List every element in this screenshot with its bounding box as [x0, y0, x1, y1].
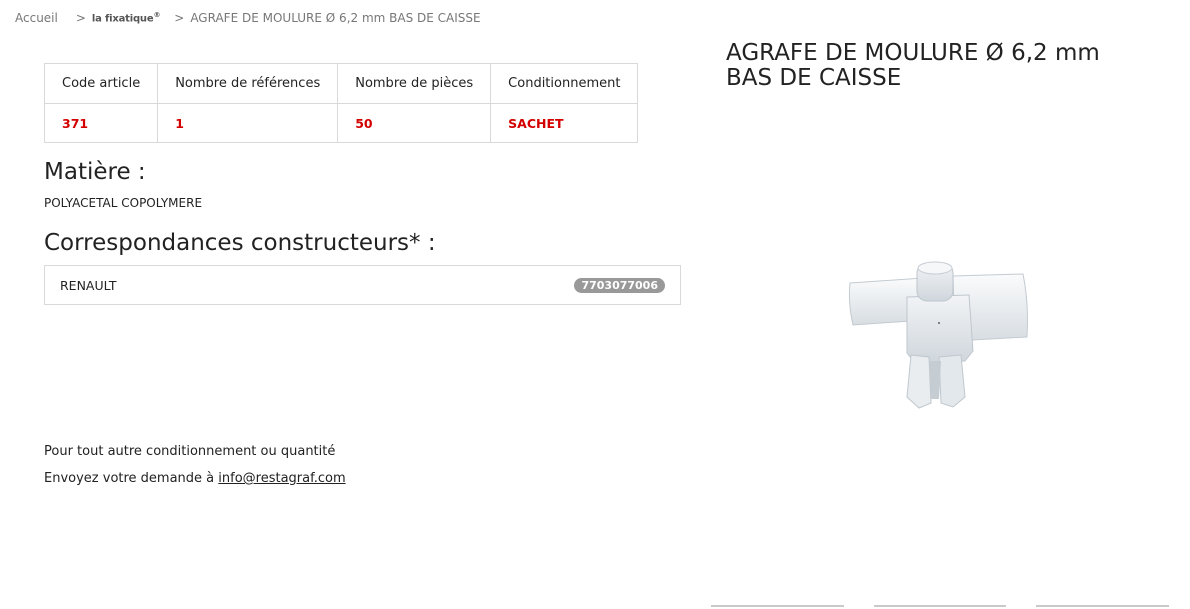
thumbnail-tab-3[interactable] — [1036, 605, 1169, 607]
breadcrumb: Accueil > la fixatique® > AGRAFE DE MOUL… — [15, 11, 481, 25]
brand-registered-mark: ® — [153, 11, 161, 20]
breadcrumb-separator: > — [75, 11, 86, 25]
header-nombre-references: Nombre de références — [157, 63, 339, 104]
matiere-value: POLYACETAL COPOLYMERE — [44, 196, 203, 210]
cell-nombre-references: 1 — [157, 103, 339, 143]
contact-note: Pour tout autre conditionnement ou quant… — [44, 444, 336, 459]
oem-reference-row: RENAULT 7703077006 — [44, 265, 681, 305]
matiere-heading: Matière : — [44, 159, 146, 185]
correspondances-heading: Correspondances constructeurs* : — [44, 230, 436, 256]
oem-reference-badge: 7703077006 — [574, 277, 665, 293]
thumbnail-tab-2[interactable] — [874, 605, 1006, 607]
breadcrumb-current: AGRAFE DE MOULURE Ø 6,2 mm BAS DE CAISSE — [190, 11, 481, 25]
product-title: AGRAFE DE MOULURE Ø 6,2 mm BAS DE CAISSE — [726, 40, 1100, 91]
breadcrumb-brand-link[interactable]: la fixatique® — [91, 11, 161, 25]
contact-request: Envoyez votre demande à info@restagraf.c… — [44, 471, 346, 486]
product-image-svg — [848, 261, 1028, 409]
header-conditionnement: Conditionnement — [490, 63, 639, 104]
contact-request-text: Envoyez votre demande à — [44, 471, 219, 486]
brand-name: la fixatique — [91, 13, 154, 25]
header-code-article: Code article — [43, 63, 159, 104]
breadcrumb-home-link[interactable]: Accueil — [15, 11, 58, 25]
spec-table: Code article Nombre de références Nombre… — [43, 63, 639, 143]
oem-brand: RENAULT — [60, 277, 117, 293]
breadcrumb-separator: > — [174, 11, 185, 25]
spec-table-header-row: Code article Nombre de références Nombre… — [43, 63, 639, 104]
cell-nombre-pieces: 50 — [337, 103, 492, 143]
contact-email-link[interactable]: info@restagraf.com — [218, 471, 345, 486]
thumbnail-tab-1[interactable] — [711, 605, 844, 607]
plastic-clip-image[interactable] — [845, 257, 1035, 412]
table-row: 371 1 50 SACHET — [43, 103, 639, 143]
header-nombre-pieces: Nombre de pièces — [337, 63, 492, 104]
cell-conditionnement: SACHET — [490, 103, 639, 143]
cell-code-article: 371 — [43, 103, 159, 143]
